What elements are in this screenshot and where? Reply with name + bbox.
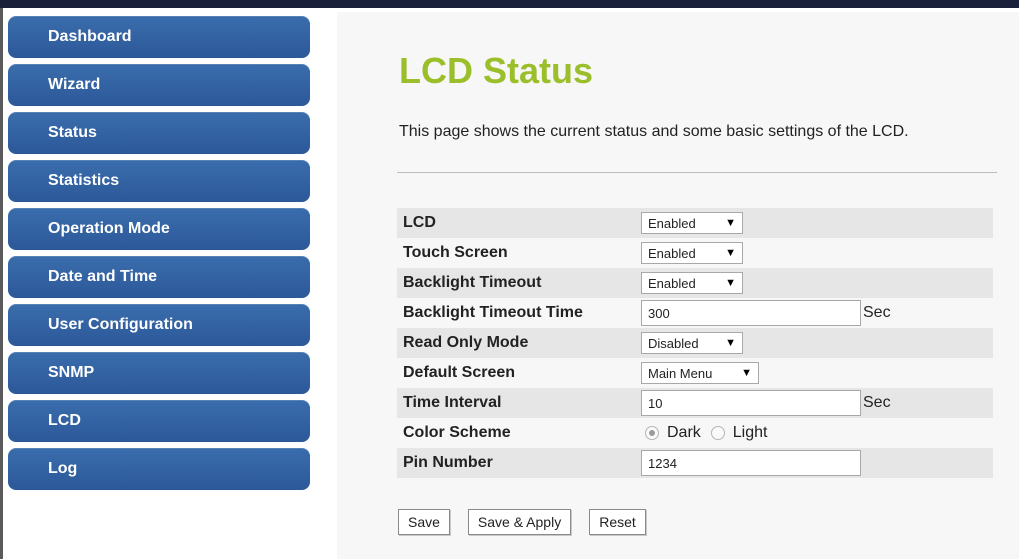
sidebar-item-label: Log: [48, 460, 78, 477]
color-scheme-label: Color Scheme: [403, 424, 511, 441]
backlight-timeout-time-label: Backlight Timeout Time: [403, 304, 583, 321]
sidebar-item-lcd[interactable]: LCD: [8, 400, 310, 442]
sidebar-item-label: SNMP: [48, 364, 95, 381]
row-touch-screen: Touch Screen Enabled ▼: [397, 238, 993, 268]
time-interval-unit: Sec: [863, 394, 891, 411]
color-scheme-light-label: Light: [732, 423, 768, 441]
default-screen-label: Default Screen: [403, 364, 516, 381]
sidebar-nav: Dashboard Wizard Status Statistics Opera…: [8, 16, 310, 496]
read-only-mode-label: Read Only Mode: [397, 328, 633, 358]
page-description: This page shows the current status and s…: [399, 123, 909, 140]
sidebar-item-label: Operation Mode: [48, 220, 170, 237]
touch-screen-select-value: Enabled: [648, 245, 696, 261]
backlight-timeout-select-value: Enabled: [648, 275, 696, 291]
sidebar-item-status[interactable]: Status: [8, 112, 310, 154]
row-default-screen: Default Screen Main Menu ▼: [397, 358, 993, 388]
sidebar-item-operation-mode[interactable]: Operation Mode: [8, 208, 310, 250]
backlight-timeout-label: Backlight Timeout: [397, 268, 633, 298]
lcd-label: LCD: [397, 208, 633, 238]
read-only-mode-select-value: Disabled: [648, 335, 699, 351]
default-screen-select[interactable]: Main Menu ▼: [641, 362, 759, 384]
save-button[interactable]: Save: [398, 509, 450, 535]
sidebar-item-statistics[interactable]: Statistics: [8, 160, 310, 202]
sidebar-item-label: User Configuration: [48, 316, 193, 333]
window-top-border: [0, 0, 1019, 8]
sidebar-item-label: Status: [48, 124, 97, 141]
dropdown-arrow-icon: ▼: [725, 337, 736, 349]
lcd-select[interactable]: Enabled ▼: [641, 212, 743, 234]
color-scheme-light-radio[interactable]: [710, 425, 725, 440]
row-pin-number: Pin Number: [397, 448, 993, 478]
sidebar-item-label: LCD: [48, 412, 81, 429]
dropdown-arrow-icon: ▼: [725, 277, 736, 289]
row-time-interval: Time Interval Sec: [397, 388, 993, 418]
pin-number-input[interactable]: [641, 450, 861, 476]
backlight-timeout-time-input[interactable]: [641, 300, 861, 326]
page-title: LCD Status: [399, 50, 594, 91]
row-backlight-timeout-time: Backlight Timeout Time Sec: [397, 298, 993, 328]
row-backlight-timeout: Backlight Timeout Enabled ▼: [397, 268, 993, 298]
sidebar-item-user-configuration[interactable]: User Configuration: [8, 304, 310, 346]
sidebar-item-snmp[interactable]: SNMP: [8, 352, 310, 394]
sidebar-item-label: Date and Time: [48, 268, 158, 285]
sidebar-item-label: Dashboard: [48, 28, 132, 45]
lcd-settings-table: LCD Enabled ▼ Touch Screen Enabled ▼ Backl…: [397, 208, 993, 478]
sidebar-item-date-and-time[interactable]: Date and Time: [8, 256, 310, 298]
form-buttons: Save Save & Apply Reset: [398, 509, 646, 535]
sidebar-item-log[interactable]: Log: [8, 448, 310, 490]
main-panel: LCD Status This page shows the current s…: [337, 12, 1019, 559]
pin-number-label: Pin Number: [397, 448, 633, 478]
default-screen-select-value: Main Menu: [648, 365, 713, 381]
touch-screen-label: Touch Screen: [403, 244, 508, 261]
row-color-scheme: Color Scheme Dark Light: [397, 418, 993, 448]
backlight-timeout-select[interactable]: Enabled ▼: [641, 272, 743, 294]
dropdown-arrow-icon: ▼: [725, 217, 736, 229]
reset-button[interactable]: Reset: [589, 509, 646, 535]
color-scheme-dark-label: Dark: [667, 423, 701, 441]
touch-screen-select[interactable]: Enabled ▼: [641, 242, 743, 264]
sidebar-item-label: Wizard: [48, 76, 101, 93]
save-apply-button[interactable]: Save & Apply: [467, 509, 572, 535]
window-left-border: [0, 8, 3, 559]
backlight-timeout-time-unit: Sec: [863, 304, 891, 321]
row-lcd: LCD Enabled ▼: [397, 208, 993, 238]
divider: [397, 172, 997, 173]
lcd-select-value: Enabled: [648, 215, 696, 231]
row-read-only-mode: Read Only Mode Disabled ▼: [397, 328, 993, 358]
sidebar-item-label: Statistics: [48, 172, 120, 189]
dropdown-arrow-icon: ▼: [741, 367, 752, 379]
dropdown-arrow-icon: ▼: [725, 247, 736, 259]
time-interval-input[interactable]: [641, 390, 861, 416]
read-only-mode-select[interactable]: Disabled ▼: [641, 332, 743, 354]
sidebar-item-wizard[interactable]: Wizard: [8, 64, 310, 106]
sidebar-item-dashboard[interactable]: Dashboard: [8, 16, 310, 58]
time-interval-label: Time Interval: [397, 388, 633, 418]
color-scheme-dark-radio[interactable]: [645, 425, 659, 440]
